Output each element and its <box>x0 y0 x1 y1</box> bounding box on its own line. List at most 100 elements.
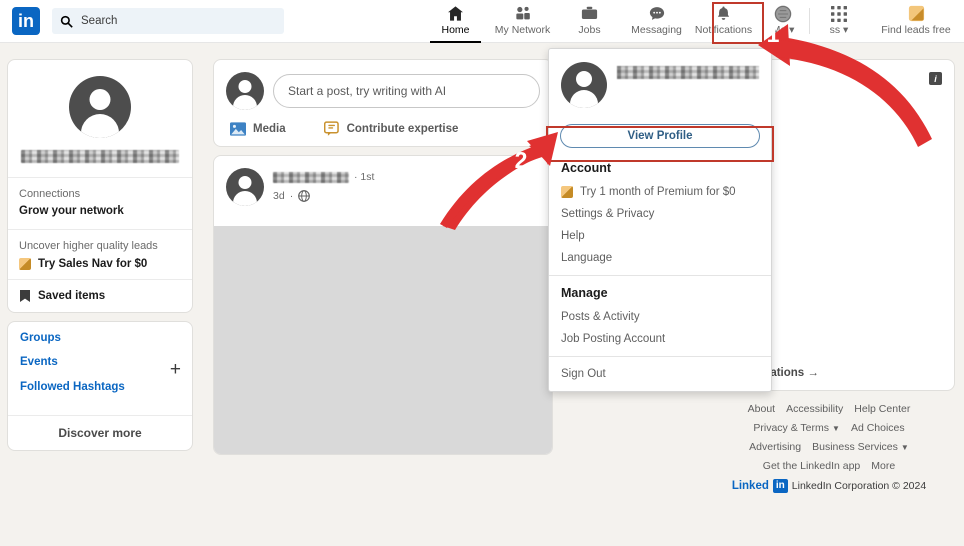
nav-notifications[interactable]: Notifications <box>690 0 757 43</box>
add-event-plus-icon[interactable]: + <box>170 360 181 379</box>
nav-my-network-label: My Network <box>494 23 551 36</box>
profile-card-header[interactable] <box>8 60 192 177</box>
start-post-input[interactable]: Start a post, try writing with AI <box>273 74 540 108</box>
profile-card: Connections Grow your network Uncover hi… <box>7 59 193 313</box>
search-placeholder: Search <box>81 15 118 27</box>
grow-network-label: Grow your network <box>19 204 124 217</box>
footer-brand-word: Linked <box>731 480 769 492</box>
feed-post: · 1st 3d · <box>213 155 553 455</box>
linkedin-feed-page: in Search Home My Network Jobs Messaging… <box>0 0 964 546</box>
composer-contribute-expertise-button[interactable]: Contribute expertise <box>323 121 459 136</box>
avatar[interactable] <box>69 76 131 138</box>
connections-label: Connections <box>19 188 81 200</box>
message-icon <box>647 4 667 24</box>
home-icon <box>446 4 465 24</box>
view-profile-button[interactable]: View Profile <box>560 124 760 148</box>
leads-tagline: Uncover higher quality leads <box>19 239 158 252</box>
profile-name-redacted <box>21 150 179 163</box>
search-input[interactable]: Search <box>52 8 284 34</box>
globe-icon <box>298 190 311 202</box>
post-image-placeholder[interactable] <box>214 226 552 454</box>
dropdown-separator-2 <box>549 356 771 357</box>
composer-contribute-label: Contribute expertise <box>346 122 459 135</box>
sales-nav-cta: Try Sales Nav for $0 <box>38 257 148 270</box>
dropdown-profile-header[interactable] <box>549 49 771 118</box>
post-author-degree: · 1st <box>354 171 375 183</box>
dropdown-separator <box>549 275 771 276</box>
nav-find-leads-free-label: Find leads free <box>881 23 951 36</box>
dropdown-avatar <box>561 62 607 108</box>
dropdown-account-title: Account <box>561 161 611 175</box>
composer-avatar[interactable] <box>226 72 264 110</box>
post-author-avatar[interactable] <box>226 168 264 206</box>
dropdown-item-language[interactable]: Language <box>549 247 771 269</box>
bell-icon <box>714 4 733 24</box>
footer-brand-in-icon: in <box>772 479 788 493</box>
premium-icon <box>561 186 573 198</box>
nav-me-button[interactable]: Me ▾ <box>757 0 809 43</box>
saved-items-row[interactable]: Saved items <box>8 278 192 312</box>
footer-link-get-app[interactable]: Get the LinkedIn app <box>763 460 861 472</box>
saved-items-label: Saved items <box>38 289 106 302</box>
me-dropdown-menu: View Profile Account Try 1 month of Prem… <box>548 48 772 392</box>
briefcase-icon <box>580 4 599 24</box>
dropdown-profile-name-redacted <box>617 66 759 79</box>
footer-copyright: LinkedIn Corporation © 2024 <box>791 480 927 492</box>
info-icon[interactable]: i <box>929 72 942 85</box>
page-content: Connections Grow your network Uncover hi… <box>0 43 964 546</box>
dropdown-item-help[interactable]: Help <box>549 225 771 247</box>
dropdown-item-premium[interactable]: Try 1 month of Premium for $0 <box>549 181 771 203</box>
dropdown-item-job-posting-account[interactable]: Job Posting Account <box>549 328 771 350</box>
sales-nav-promo[interactable]: Uncover higher quality leads Try Sales N… <box>8 228 192 279</box>
nav-messaging[interactable]: Messaging <box>623 0 690 43</box>
post-time: 3d <box>273 190 285 202</box>
footer-link-more[interactable]: More <box>871 460 895 472</box>
footer-link-ad-choices[interactable]: Ad Choices <box>851 422 905 434</box>
grid-icon <box>830 4 848 24</box>
nav-me-label: Me ▾ <box>771 23 795 36</box>
linkedin-logo[interactable]: in <box>12 7 40 35</box>
nav-home-label: Home <box>441 23 470 36</box>
sidebar-item-events[interactable]: Events <box>20 357 180 369</box>
nav-find-leads-free[interactable]: Find leads free <box>868 0 964 43</box>
sidebar-item-groups[interactable]: Groups <box>20 332 180 345</box>
post-composer: Start a post, try writing with AI Media <box>213 59 553 147</box>
post-dot: · <box>289 190 294 202</box>
composer-media-button[interactable]: Media <box>230 121 286 136</box>
nav-jobs-label: Jobs <box>578 23 601 36</box>
nav-for-business[interactable]: ss ▾ <box>810 0 868 43</box>
footer: About Accessibility Help Center Privacy … <box>703 403 955 493</box>
composer-media-label: Media <box>253 122 286 135</box>
nav-my-network[interactable]: My Network <box>489 0 556 43</box>
nav-messaging-label: Messaging <box>631 23 682 36</box>
sidebar-links-card: Groups Events Followed Hashtags + Discov… <box>7 320 193 452</box>
connections-section[interactable]: Connections Grow your network <box>8 177 192 229</box>
left-sidebar: Connections Grow your network Uncover hi… <box>7 59 193 452</box>
nav-jobs[interactable]: Jobs <box>556 0 623 43</box>
nav-for-business-label: ss ▾ <box>829 23 849 36</box>
main-feed: Start a post, try writing with AI Media <box>213 59 553 455</box>
post-author-name-redacted <box>273 171 349 183</box>
footer-link-privacy-terms[interactable]: Privacy & Terms ▼ <box>753 422 840 434</box>
footer-link-advertising[interactable]: Advertising <box>749 441 801 453</box>
footer-link-about[interactable]: About <box>748 403 775 415</box>
search-icon <box>60 15 73 28</box>
primary-nav: Home My Network Jobs Messaging Notificat… <box>422 0 964 43</box>
people-icon <box>513 4 533 24</box>
dropdown-item-sign-out[interactable]: Sign Out <box>549 363 771 385</box>
footer-link-accessibility[interactable]: Accessibility <box>786 403 843 415</box>
sales-nav-icon <box>19 257 31 270</box>
nav-notifications-label: Notifications <box>694 23 753 36</box>
photo-icon <box>230 121 246 136</box>
nav-home[interactable]: Home <box>422 0 489 43</box>
sidebar-item-followed-hashtags[interactable]: Followed Hashtags <box>20 381 180 394</box>
discover-more-button[interactable]: Discover more <box>8 415 192 450</box>
dropdown-item-posts-activity[interactable]: Posts & Activity <box>549 306 771 328</box>
footer-link-business-services[interactable]: Business Services ▼ <box>812 441 909 453</box>
footer-link-help-center[interactable]: Help Center <box>854 403 910 415</box>
expertise-icon <box>323 121 339 136</box>
dropdown-item-settings-privacy[interactable]: Settings & Privacy <box>549 203 771 225</box>
dropdown-manage-title: Manage <box>561 286 608 300</box>
bookmark-icon <box>20 289 30 302</box>
sales-nav-icon <box>907 4 926 24</box>
